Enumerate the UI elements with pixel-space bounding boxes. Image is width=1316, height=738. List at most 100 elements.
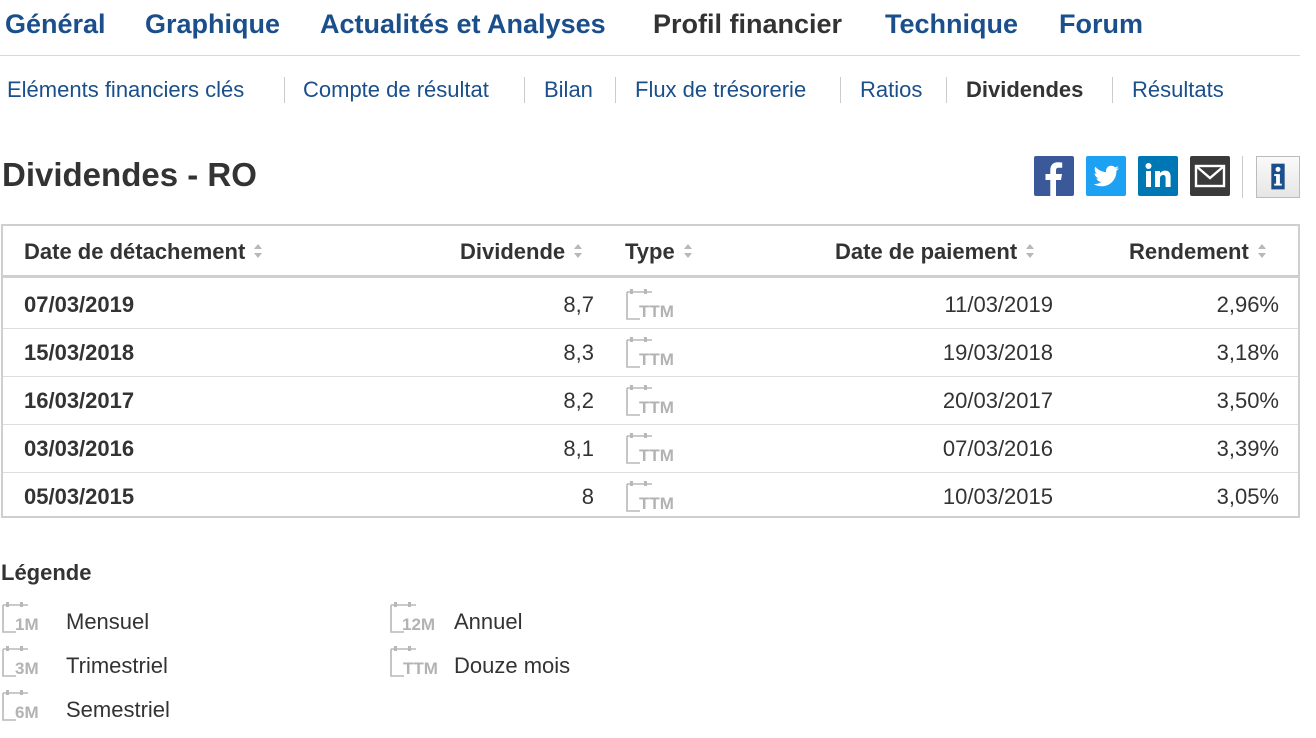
table-row: 05/03/2015 8 TTM 10/03/2015 3,05%	[3, 473, 1298, 521]
cell-date-paiement: 10/03/2015	[942, 484, 1053, 509]
header-label: Dividende	[460, 239, 566, 264]
svg-text:1M: 1M	[15, 615, 39, 634]
facebook-icon	[1034, 156, 1074, 196]
tab-forum[interactable]: Forum	[1059, 8, 1143, 40]
facebook-share-button[interactable]	[1034, 156, 1074, 196]
cell-date-paiement: 07/03/2016	[942, 436, 1053, 461]
page-title: Dividendes - RO	[2, 156, 257, 193]
header-dividende[interactable]: Dividende	[460, 238, 583, 266]
table-row: 15/03/2018 8,3 TTM 19/03/2018 3,18%	[3, 329, 1298, 377]
legend-label-mensuel: Mensuel	[66, 609, 150, 634]
email-share-button[interactable]	[1190, 156, 1230, 196]
svg-text:TTM: TTM	[639, 398, 674, 417]
sort-icon	[1026, 244, 1035, 258]
info-button[interactable]	[1256, 156, 1300, 198]
subnav-divider	[615, 77, 616, 103]
subnav-bilan[interactable]: Bilan	[544, 74, 593, 106]
cell-dividende: 8	[581, 484, 594, 509]
tab-graphique[interactable]: Graphique	[145, 8, 280, 40]
header-date-detachement[interactable]: Date de détachement	[24, 238, 263, 266]
twitter-icon	[1086, 156, 1126, 196]
subnav-dividendes[interactable]: Dividendes	[966, 74, 1083, 106]
subnav-divider	[840, 77, 841, 103]
share-divider	[1242, 156, 1243, 198]
header-rendement[interactable]: Rendement	[1129, 238, 1267, 266]
subnav-divider	[946, 77, 947, 103]
legend-label-annuel: Annuel	[454, 609, 523, 634]
header-date-paiement[interactable]: Date de paiement	[835, 238, 1035, 266]
cell-dividende: 8,1	[563, 436, 594, 461]
table-row: 07/03/2019 8,7 TTM 11/03/2019 2,96%	[3, 281, 1298, 329]
cell-rendement: 3,50%	[1216, 388, 1279, 413]
tab-general[interactable]: Général	[5, 8, 106, 40]
subnav-resultats[interactable]: Résultats	[1132, 74, 1224, 106]
table-header: Date de détachement Dividende Type Date …	[3, 226, 1298, 278]
subnav-ratios[interactable]: Ratios	[860, 74, 922, 106]
cell-date-detachement: 16/03/2017	[24, 388, 135, 413]
info-icon	[1271, 163, 1285, 190]
subnav-divider	[1112, 77, 1113, 103]
svg-text:TTM: TTM	[639, 302, 674, 321]
legend-label-semestriel: Semestriel	[66, 697, 170, 722]
annual-calendar-icon: 12M	[390, 602, 435, 634]
sort-icon	[254, 244, 263, 258]
svg-text:TTM: TTM	[403, 659, 438, 678]
cell-dividende: 8,7	[563, 292, 594, 317]
header-label: Date de détachement	[24, 239, 246, 264]
svg-text:12M: 12M	[402, 615, 435, 634]
svg-text:3M: 3M	[15, 659, 39, 678]
cell-rendement: 3,18%	[1216, 340, 1279, 365]
subnav-divider	[524, 77, 525, 103]
cell-dividende: 8,3	[563, 340, 594, 365]
svg-text:TTM: TTM	[639, 446, 674, 465]
subnav-flux-tresorerie[interactable]: Flux de trésorerie	[635, 74, 806, 106]
table-row: 16/03/2017 8,2 TTM 20/03/2017 3,50%	[3, 377, 1298, 425]
tab-profil-financier[interactable]: Profil financier	[653, 8, 842, 40]
cell-rendement: 3,39%	[1216, 436, 1279, 461]
svg-text:TTM: TTM	[639, 494, 674, 513]
ttm-calendar-icon: TTM	[626, 385, 674, 417]
twitter-share-button[interactable]	[1086, 156, 1126, 196]
ttm-calendar-icon: TTM	[626, 289, 674, 321]
top-nav: Général Graphique Actualités et Analyses…	[0, 0, 1300, 56]
svg-text:TTM: TTM	[639, 350, 674, 369]
cell-date-detachement: 15/03/2018	[24, 340, 135, 365]
header-label: Rendement	[1129, 239, 1249, 264]
cell-rendement: 2,96%	[1216, 292, 1279, 317]
semiannual-calendar-icon: 6M	[2, 690, 39, 722]
cell-date-paiement: 19/03/2018	[942, 340, 1053, 365]
monthly-calendar-icon: 1M	[2, 602, 39, 634]
cell-date-detachement: 03/03/2016	[24, 436, 135, 461]
tab-actualites[interactable]: Actualités et Analyses	[320, 8, 606, 40]
sort-icon	[574, 244, 583, 258]
dividends-table: Date de détachement Dividende Type Date …	[1, 224, 1300, 518]
quarterly-calendar-icon: 3M	[2, 646, 39, 678]
header-type[interactable]: Type	[625, 238, 693, 266]
cell-date-paiement: 11/03/2019	[944, 292, 1053, 317]
header-label: Date de paiement	[835, 239, 1018, 264]
cell-date-detachement: 07/03/2019	[24, 292, 135, 317]
cell-dividende: 8,2	[563, 388, 594, 413]
tab-technique[interactable]: Technique	[885, 8, 1018, 40]
subnav-compte-resultat[interactable]: Compte de résultat	[303, 74, 489, 106]
header-label: Type	[625, 239, 675, 264]
cell-date-paiement: 20/03/2017	[942, 388, 1053, 413]
ttm-calendar-icon: TTM	[390, 646, 438, 678]
svg-text:6M: 6M	[15, 703, 39, 722]
legend-label-trimestriel: Trimestriel	[66, 653, 168, 678]
sort-icon	[683, 244, 692, 258]
legend-title: Légende	[1, 560, 92, 585]
subnav-divider	[284, 77, 285, 103]
subnav-elements-financiers[interactable]: Eléments financiers clés	[7, 74, 244, 106]
ttm-calendar-icon: TTM	[626, 337, 674, 369]
cell-rendement: 3,05%	[1216, 484, 1279, 509]
sort-icon	[1257, 244, 1266, 258]
cell-date-detachement: 05/03/2015	[24, 484, 135, 509]
legend-label-douze-mois: Douze mois	[454, 653, 571, 678]
ttm-calendar-icon: TTM	[626, 481, 674, 513]
ttm-calendar-icon: TTM	[626, 433, 674, 465]
email-icon	[1190, 156, 1230, 196]
table-row: 03/03/2016 8,1 TTM 07/03/2016 3,39%	[3, 425, 1298, 473]
linkedin-icon	[1138, 156, 1178, 196]
linkedin-share-button[interactable]	[1138, 156, 1178, 196]
